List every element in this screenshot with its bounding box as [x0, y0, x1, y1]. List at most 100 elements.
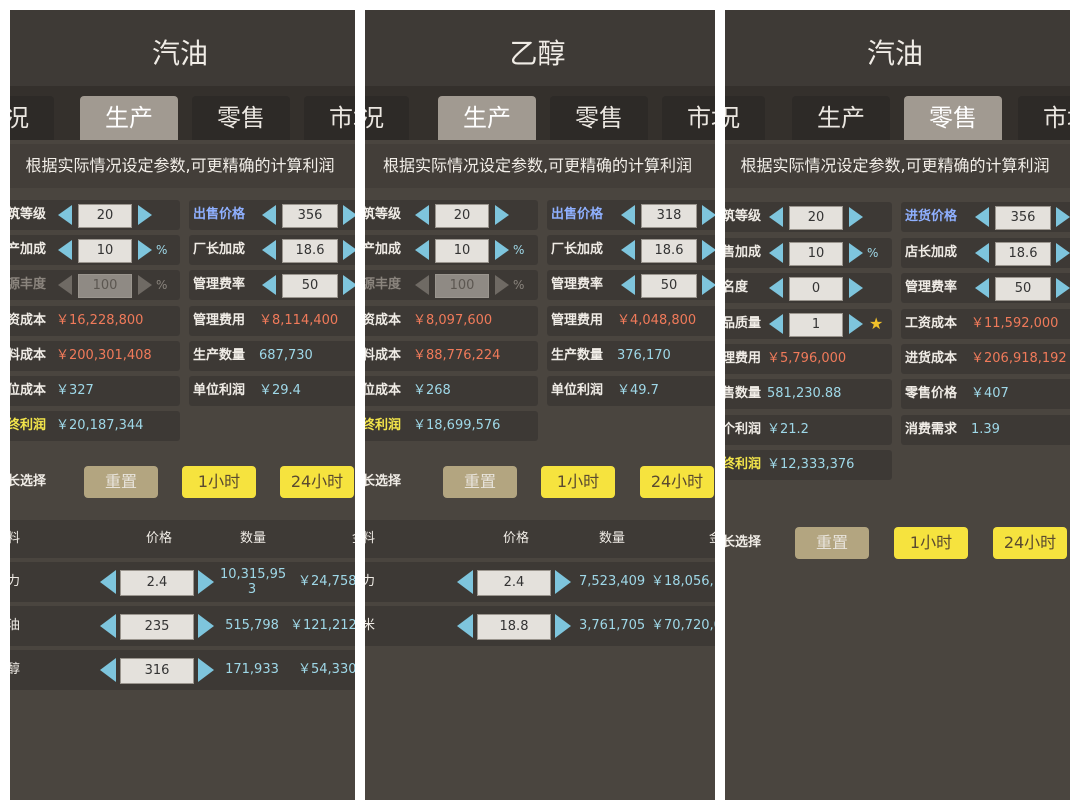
- sales-qty-field: 销售数量 581,230.88: [725, 379, 892, 409]
- increase-arrow-icon[interactable]: [555, 614, 571, 638]
- increase-arrow-icon[interactable]: [1056, 207, 1070, 227]
- sales-bonus-input[interactable]: 10: [789, 242, 843, 266]
- production-bonus-input[interactable]: 10: [435, 239, 489, 263]
- decrease-arrow-icon[interactable]: [457, 614, 473, 638]
- building-level-input[interactable]: 20: [78, 204, 132, 228]
- decrease-arrow-icon[interactable]: [262, 205, 276, 225]
- quality-label: 物品质量: [725, 316, 762, 331]
- decrease-arrow-icon[interactable]: [100, 570, 116, 594]
- decrease-arrow-icon[interactable]: [975, 278, 989, 298]
- tab-overview[interactable]: 概况: [725, 96, 765, 140]
- increase-arrow-icon[interactable]: [849, 314, 863, 334]
- tab-production[interactable]: 生产: [438, 96, 536, 140]
- increase-arrow-icon[interactable]: [702, 205, 715, 225]
- decrease-arrow-icon[interactable]: [769, 278, 783, 298]
- reset-button[interactable]: 重置: [84, 466, 158, 498]
- decrease-arrow-icon[interactable]: [975, 243, 989, 263]
- decrease-arrow-icon[interactable]: [621, 205, 635, 225]
- material-cost-field: 材料成本 ￥88,776,224: [365, 341, 538, 371]
- decrease-arrow-icon[interactable]: [100, 614, 116, 638]
- decrease-arrow-icon[interactable]: [769, 314, 783, 334]
- tab-market[interactable]: 市场: [1018, 96, 1070, 140]
- admin-rate-input[interactable]: 50: [282, 274, 338, 298]
- increase-arrow-icon[interactable]: [849, 207, 863, 227]
- material-row: 原油 235 515,798 ￥121,212,530: [10, 606, 355, 646]
- material-price-input[interactable]: 18.8: [477, 614, 551, 640]
- decrease-arrow-icon[interactable]: [262, 240, 276, 260]
- one-hour-button[interactable]: 1小时: [894, 527, 968, 559]
- buy-cost-value: ￥206,918,192: [971, 351, 1067, 366]
- decrease-arrow-icon[interactable]: [262, 275, 276, 295]
- fame-input[interactable]: 0: [789, 277, 843, 301]
- increase-arrow-icon[interactable]: [343, 240, 355, 260]
- increase-arrow-icon[interactable]: [138, 240, 152, 260]
- material-amount: ￥54,330,828: [298, 662, 355, 677]
- one-hour-button[interactable]: 1小时: [541, 466, 615, 498]
- duration-select-row: 时长选择 重置 1小时 24小时: [365, 462, 715, 502]
- material-price-input[interactable]: 235: [120, 614, 194, 640]
- admin-rate-input[interactable]: 50: [641, 274, 697, 298]
- increase-arrow-icon[interactable]: [495, 205, 509, 225]
- sell-price-input[interactable]: 356: [282, 204, 338, 228]
- admin-rate-input[interactable]: 50: [995, 277, 1051, 301]
- increase-arrow-icon[interactable]: [198, 570, 214, 594]
- tab-overview[interactable]: 概况: [10, 96, 54, 140]
- tab-market[interactable]: 市场: [304, 96, 355, 140]
- decrease-arrow-icon[interactable]: [415, 240, 429, 260]
- increase-arrow-icon[interactable]: [555, 570, 571, 594]
- building-level-input[interactable]: 20: [435, 204, 489, 228]
- reset-button[interactable]: 重置: [795, 527, 869, 559]
- material-price-input[interactable]: 316: [120, 658, 194, 684]
- decrease-arrow-icon[interactable]: [58, 205, 72, 225]
- decrease-arrow-icon[interactable]: [769, 243, 783, 263]
- material-price-input[interactable]: 2.4: [120, 570, 194, 596]
- tab-overview[interactable]: 概况: [365, 96, 409, 140]
- increase-arrow-icon[interactable]: [343, 275, 355, 295]
- tab-market[interactable]: 市场: [662, 96, 715, 140]
- increase-arrow-icon[interactable]: [1056, 278, 1070, 298]
- increase-arrow-icon[interactable]: [343, 205, 355, 225]
- sell-price-input[interactable]: 318: [641, 204, 697, 228]
- material-price-input[interactable]: 2.4: [477, 570, 551, 596]
- twenty-four-hour-button[interactable]: 24小时: [993, 527, 1067, 559]
- production-bonus-input[interactable]: 10: [78, 239, 132, 263]
- decrease-arrow-icon[interactable]: [457, 570, 473, 594]
- quality-input[interactable]: 1: [789, 313, 843, 337]
- increase-arrow-icon[interactable]: [1056, 243, 1070, 263]
- factory-bonus-label: 厂长加成: [551, 242, 604, 257]
- tab-retail[interactable]: 零售: [550, 96, 648, 140]
- decrease-arrow-icon[interactable]: [100, 658, 116, 682]
- decrease-arrow-icon[interactable]: [58, 240, 72, 260]
- factory-bonus-input[interactable]: 18.6: [282, 239, 338, 263]
- factory-bonus-input[interactable]: 18.6: [641, 239, 697, 263]
- increase-arrow-icon[interactable]: [849, 278, 863, 298]
- increase-arrow-icon[interactable]: [495, 240, 509, 260]
- one-hour-button[interactable]: 1小时: [182, 466, 256, 498]
- increase-arrow-icon[interactable]: [849, 243, 863, 263]
- admin-fee-label: 管理费用: [193, 313, 246, 328]
- twenty-four-hour-button[interactable]: 24小时: [640, 466, 714, 498]
- buy-price-input[interactable]: 356: [995, 206, 1051, 230]
- increase-arrow-icon: [138, 275, 152, 295]
- tab-production[interactable]: 生产: [80, 96, 178, 140]
- increase-arrow-icon[interactable]: [198, 614, 214, 638]
- decrease-arrow-icon[interactable]: [975, 207, 989, 227]
- reset-button[interactable]: 重置: [443, 466, 517, 498]
- decrease-arrow-icon[interactable]: [769, 207, 783, 227]
- decrease-arrow-icon[interactable]: [415, 205, 429, 225]
- manager-bonus-input[interactable]: 18.6: [995, 242, 1051, 266]
- decrease-arrow-icon[interactable]: [621, 240, 635, 260]
- percent-unit: %: [513, 278, 525, 292]
- increase-arrow-icon[interactable]: [138, 205, 152, 225]
- increase-arrow-icon[interactable]: [198, 658, 214, 682]
- final-profit-value: ￥12,333,376: [767, 457, 855, 472]
- tab-production[interactable]: 生产: [792, 96, 890, 140]
- tab-retail[interactable]: 零售: [192, 96, 290, 140]
- twenty-four-hour-button[interactable]: 24小时: [280, 466, 354, 498]
- decrease-arrow-icon[interactable]: [621, 275, 635, 295]
- increase-arrow-icon[interactable]: [702, 240, 715, 260]
- tab-retail[interactable]: 零售: [904, 96, 1002, 140]
- building-level-input[interactable]: 20: [789, 206, 843, 230]
- unit-cost-field: 单位成本 ￥268: [365, 376, 538, 406]
- increase-arrow-icon[interactable]: [702, 275, 715, 295]
